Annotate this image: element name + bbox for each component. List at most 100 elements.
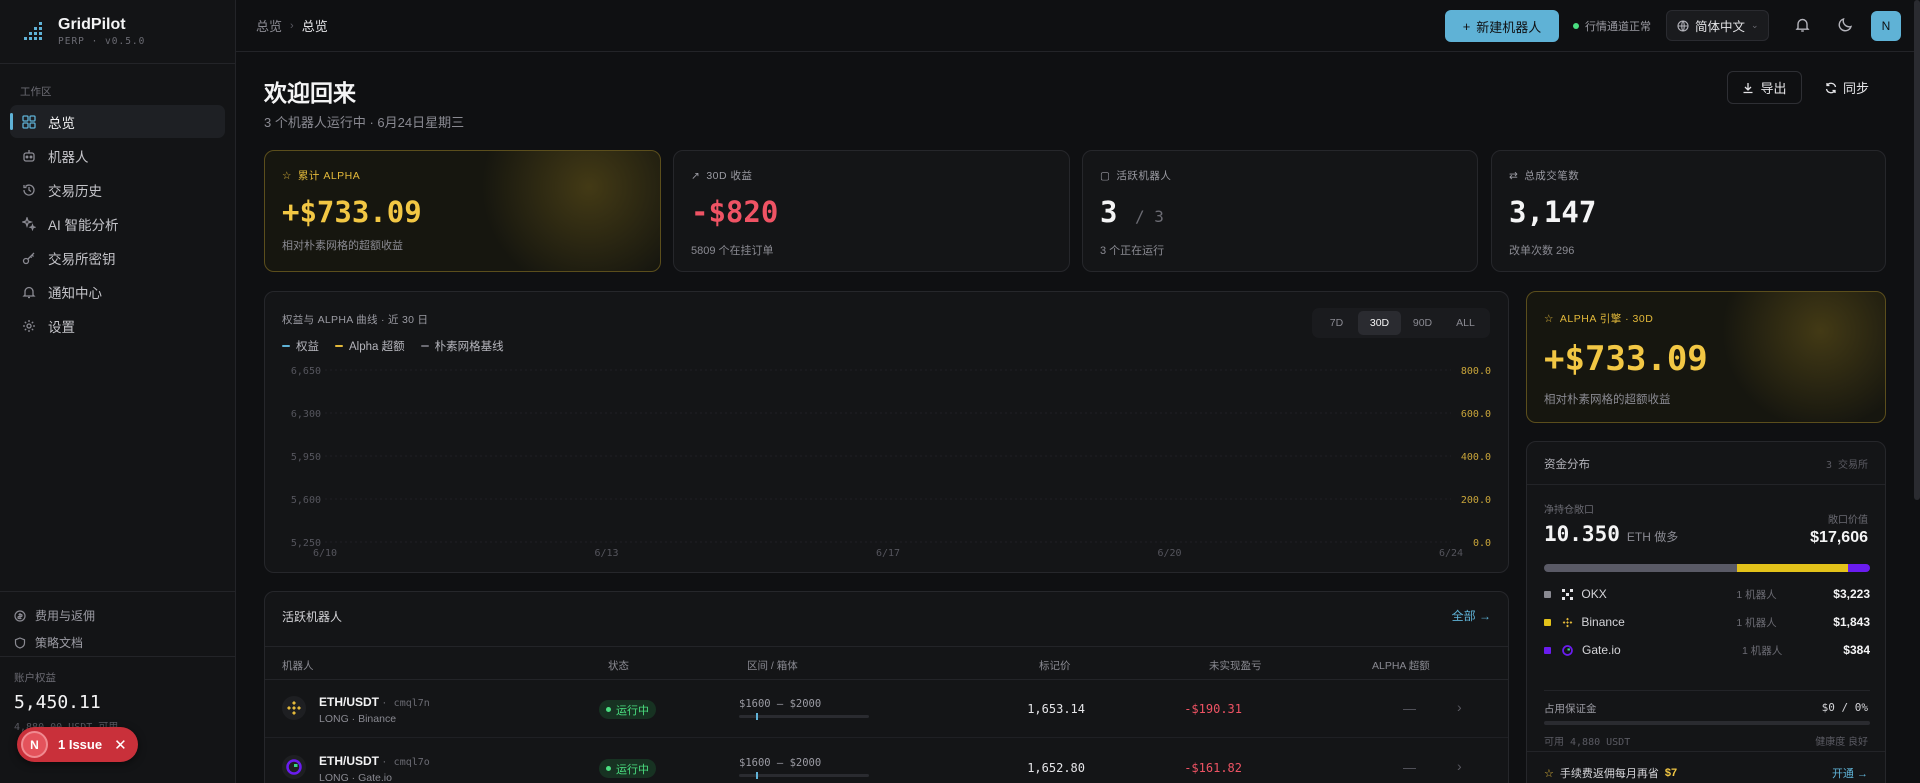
history-icon bbox=[22, 183, 36, 197]
stat-value-trades: 3,147 bbox=[1509, 195, 1597, 229]
range-marker bbox=[755, 713, 758, 720]
y-left-tick: 5,600 bbox=[291, 495, 321, 506]
divider bbox=[1527, 484, 1885, 485]
globe-icon bbox=[1677, 19, 1689, 32]
x-tick: 6/13 bbox=[594, 548, 618, 559]
topbar: 总览 › 总览 + 新建机器人 行情通道正常 简体中文 ⌄ N bbox=[236, 0, 1920, 52]
tab-7d[interactable]: 7D bbox=[1315, 311, 1358, 335]
net-exposure: 10.350 ETH 做多 bbox=[1544, 522, 1678, 546]
y-right-tick: 800.0 bbox=[1461, 366, 1491, 377]
exchange-row-gate[interactable]: Gate.io 1 机器人 $384 bbox=[1544, 640, 1870, 660]
allocation-segment bbox=[1737, 564, 1848, 572]
scrollbar[interactable] bbox=[1914, 0, 1920, 500]
enable-rebate-link[interactable]: 开通 → bbox=[1832, 765, 1868, 781]
stat-label-trades: ⇄ 总成交笔数 bbox=[1509, 168, 1579, 183]
sidebar-item-ai-analysis[interactable]: AI 智能分析 bbox=[10, 207, 225, 240]
view-all-link[interactable]: 全部 → bbox=[1452, 607, 1491, 624]
star-icon: ☆ bbox=[1544, 767, 1554, 780]
margin-bar bbox=[1544, 721, 1870, 725]
table-row[interactable]: ETH/USDT · cmql7o LONG · Gate.io 运行中 $16… bbox=[265, 739, 1508, 783]
okx-icon bbox=[1561, 588, 1574, 601]
bell-icon[interactable] bbox=[1794, 16, 1811, 33]
language-select[interactable]: 简体中文 ⌄ bbox=[1666, 10, 1769, 41]
legend-item-equity[interactable]: 权益 bbox=[282, 338, 319, 354]
sidebar-item-history[interactable]: 交易历史 bbox=[10, 173, 225, 206]
legend-label: 朴素网格基线 bbox=[434, 341, 504, 353]
shield-icon bbox=[14, 636, 26, 649]
divider bbox=[1527, 751, 1885, 752]
alpha-engine-card: ☆ ALPHA 引擎 · 30D +$733.09 相对朴素网格的超额收益 bbox=[1526, 291, 1886, 423]
rebate-promo: ☆ 手续费返佣每月再省 $7 bbox=[1544, 765, 1677, 781]
allocation-card: 资金分布 3 交易所 净持仓敞口 10.350 ETH 做多 敞口价值 $17,… bbox=[1526, 441, 1886, 783]
y-right-tick: 600.0 bbox=[1461, 409, 1491, 420]
exchange-row-binance[interactable]: Binance 1 机器人 $1,843 bbox=[1544, 612, 1870, 632]
sync-button[interactable]: 同步 bbox=[1815, 71, 1879, 104]
sidebar-item-notifications[interactable]: 通知中心 bbox=[10, 275, 225, 308]
health-status: 健康度 良好 bbox=[1815, 737, 1868, 748]
breadcrumb-root[interactable]: 总览 bbox=[256, 16, 282, 35]
avatar[interactable]: N bbox=[1871, 11, 1901, 41]
mark-price: 1,653.14 bbox=[1027, 702, 1085, 716]
gate-icon bbox=[282, 755, 306, 779]
export-button[interactable]: 导出 bbox=[1727, 71, 1802, 104]
docs-link[interactable]: 策略文档 bbox=[0, 629, 235, 656]
exchange-bot-count: 1 机器人 bbox=[1742, 644, 1783, 657]
issue-badge[interactable]: N 1 Issue ✕ bbox=[17, 727, 138, 762]
close-icon[interactable]: ✕ bbox=[114, 736, 127, 754]
table-row[interactable]: ETH/USDT · cmql7n LONG · Binance 运行中 $16… bbox=[265, 680, 1508, 738]
sidebar-item-label: AI 智能分析 bbox=[48, 217, 119, 233]
allocation-segment bbox=[1847, 564, 1870, 572]
bot-id: cmql7n bbox=[393, 698, 430, 709]
bot-side: LONG · Gate.io bbox=[319, 772, 392, 783]
sidebar-item-settings[interactable]: 设置 bbox=[10, 309, 225, 342]
col-status[interactable]: 状态 bbox=[608, 658, 629, 673]
logo[interactable]: GridPilot PERP · v0.5.0 bbox=[0, 0, 235, 64]
color-swatch bbox=[1544, 646, 1551, 654]
gear-icon bbox=[22, 319, 36, 333]
col-pnl[interactable]: 未实现盈亏 bbox=[1209, 658, 1262, 673]
stat-label-pnl: ↗ 30D 收益 bbox=[691, 168, 753, 183]
key-icon bbox=[22, 251, 36, 265]
stat-label-text: 累计 ALPHA bbox=[297, 170, 361, 182]
gate-icon bbox=[1561, 644, 1574, 657]
col-range[interactable]: 区间 / 箱体 bbox=[747, 658, 798, 673]
legend-item-baseline[interactable]: 朴素网格基线 bbox=[420, 338, 504, 354]
allocation-bar bbox=[1544, 564, 1870, 572]
sync-label: 同步 bbox=[1842, 81, 1869, 96]
sidebar-item-overview[interactable]: 总览 bbox=[10, 105, 225, 138]
status-text: 运行中 bbox=[616, 704, 649, 717]
exchange-row-okx[interactable]: OKX 1 机器人 $3,223 bbox=[1544, 584, 1870, 604]
fees-link[interactable]: 费用与返佣 bbox=[0, 602, 235, 629]
legend-label: Alpha 超额 bbox=[349, 341, 405, 353]
y-right-tick: 0.0 bbox=[1473, 538, 1491, 549]
exchange-value: $1,843 bbox=[1833, 615, 1870, 629]
x-tick: 6/17 bbox=[876, 548, 900, 559]
chevron-down-icon: ⌄ bbox=[1751, 20, 1759, 30]
stat-label-bots: ▢ 活跃机器人 bbox=[1100, 168, 1171, 183]
alpha-engine-label-text: ALPHA 引擎 · 30D bbox=[1559, 313, 1654, 325]
legend-item-alpha[interactable]: Alpha 超额 bbox=[335, 338, 405, 354]
breadcrumb-current: 总览 bbox=[301, 19, 328, 34]
margin-value: $0 / 0% bbox=[1821, 701, 1868, 714]
tab-all[interactable]: ALL bbox=[1444, 311, 1487, 335]
bots-active: 3 bbox=[1100, 195, 1118, 229]
col-mark[interactable]: 标记价 bbox=[1039, 658, 1071, 673]
pair-name: ETH/USDT bbox=[319, 695, 379, 709]
swap-icon: ⇄ bbox=[1509, 169, 1519, 182]
exposure-value-label: 敞口价值 bbox=[1828, 515, 1868, 526]
new-bot-button[interactable]: + 新建机器人 bbox=[1445, 10, 1559, 42]
net-exposure-label: 净持仓敞口 bbox=[1544, 505, 1594, 516]
col-alpha[interactable]: ALPHA 超额 bbox=[1372, 658, 1430, 673]
bell-icon bbox=[22, 285, 36, 299]
chevron-right-icon[interactable]: › bbox=[1457, 699, 1462, 715]
sidebar-item-api-keys[interactable]: 交易所密钥 bbox=[10, 241, 225, 274]
moon-icon[interactable] bbox=[1837, 16, 1854, 33]
chevron-right-icon[interactable]: › bbox=[1457, 758, 1462, 774]
bots-total: / 3 bbox=[1134, 207, 1164, 226]
sidebar: GridPilot PERP · v0.5.0 工作区 总览 机器人 交易历史 … bbox=[0, 0, 236, 783]
sidebar-item-bots[interactable]: 机器人 bbox=[10, 139, 225, 172]
robot-icon bbox=[22, 149, 36, 163]
tab-30d[interactable]: 30D bbox=[1358, 311, 1401, 335]
tab-90d[interactable]: 90D bbox=[1401, 311, 1444, 335]
col-bot[interactable]: 机器人 bbox=[282, 658, 314, 673]
